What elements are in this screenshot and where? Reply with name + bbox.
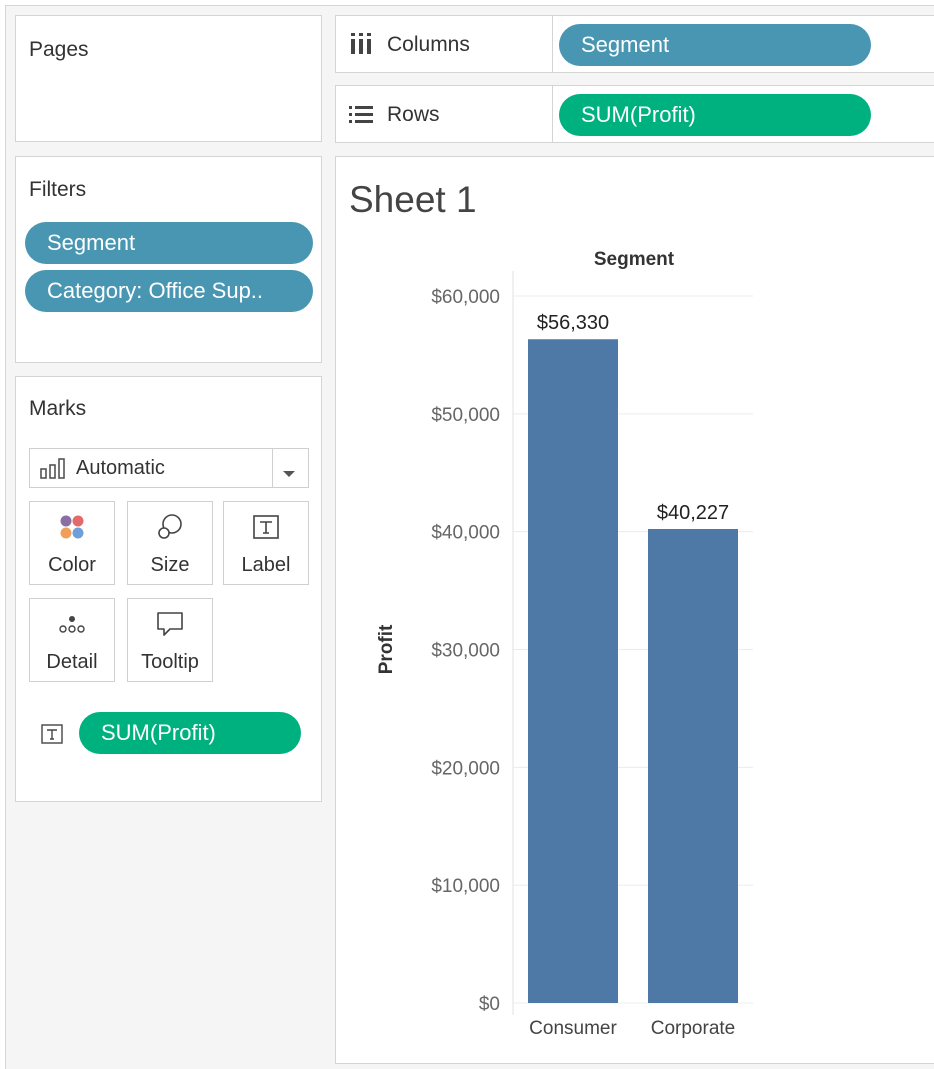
color-button-label: Color	[48, 554, 96, 576]
x-tick-label: Corporate	[651, 1018, 736, 1039]
data-label: $56,330	[537, 312, 609, 334]
mark-type-value: Automatic	[76, 457, 165, 479]
filter-pill-segment[interactable]: Segment	[25, 222, 313, 264]
y-tick-label: $60,000	[431, 287, 500, 308]
bar-consumer	[528, 339, 618, 1003]
tooltip-button-label: Tooltip	[141, 651, 199, 673]
marks-card[interactable]: Marks Automatic Color Size Label Detail …	[15, 376, 322, 802]
filter-pill-category[interactable]: Category: Office Sup..	[25, 270, 313, 312]
x-tick-label: Consumer	[529, 1018, 617, 1039]
rows-label: Rows	[387, 103, 440, 126]
columns-shelf[interactable]: Columns Segment	[335, 15, 934, 73]
column-header-label: Segment	[594, 249, 675, 270]
pages-title: Pages	[29, 38, 89, 61]
label-button-label: Label	[241, 554, 291, 576]
y-axis-title: Profit	[376, 624, 397, 674]
detail-icon	[30, 609, 114, 639]
y-tick-label: $30,000	[431, 641, 500, 662]
text-label-icon	[224, 512, 308, 542]
pages-card[interactable]: Pages	[15, 15, 322, 142]
data-label: $40,227	[657, 502, 729, 524]
sheet-view[interactable]: Sheet 1 $0 $10,000 $20,000 $30,000 $40,000 $5…	[335, 156, 934, 1064]
detail-button-label: Detail	[46, 651, 98, 673]
color-icon	[30, 512, 114, 542]
rows-shelf[interactable]: Rows SUM(Profit)	[335, 85, 934, 143]
y-tick-label: $10,000	[431, 876, 500, 897]
rows-divider	[552, 86, 553, 142]
label-button[interactable]: Label	[223, 501, 309, 585]
y-tick-label: $20,000	[431, 758, 500, 779]
columns-label: Columns	[387, 33, 470, 56]
mark-type-dropdown[interactable]: Automatic	[29, 448, 309, 488]
filters-card[interactable]: Filters Segment Category: Office Sup..	[15, 156, 322, 363]
label-measure-pill[interactable]: SUM(Profit)	[79, 712, 301, 754]
bar-chart: $0 $10,000 $20,000 $30,000 $40,000 $50,000 $60…	[376, 249, 753, 1039]
y-tick-label: $40,000	[431, 523, 500, 544]
bar-chart-icon	[40, 457, 66, 484]
color-button[interactable]: Color	[29, 501, 115, 585]
columns-icon	[349, 33, 373, 60]
rows-icon	[349, 105, 373, 130]
rows-pill-sum-profit[interactable]: SUM(Profit)	[559, 94, 871, 136]
tooltip-button[interactable]: Tooltip	[127, 598, 213, 682]
size-button-label: Size	[150, 554, 190, 576]
size-button[interactable]: Size	[127, 501, 213, 585]
text-label-icon	[41, 724, 63, 749]
y-tick-label: $50,000	[431, 405, 500, 426]
detail-button[interactable]: Detail	[29, 598, 115, 682]
tooltip-icon	[128, 609, 212, 639]
chevron-down-icon[interactable]	[282, 465, 296, 483]
marks-title: Marks	[29, 397, 87, 420]
filters-title: Filters	[29, 178, 87, 201]
size-icon	[128, 512, 212, 542]
workspace: Pages Filters Segment Category: Office S…	[5, 5, 934, 1069]
y-tick-label: $0	[479, 994, 500, 1015]
dropdown-divider	[272, 449, 273, 487]
bar-corporate	[648, 528, 738, 1003]
columns-pill-segment[interactable]: Segment	[559, 24, 871, 66]
columns-divider	[552, 16, 553, 72]
